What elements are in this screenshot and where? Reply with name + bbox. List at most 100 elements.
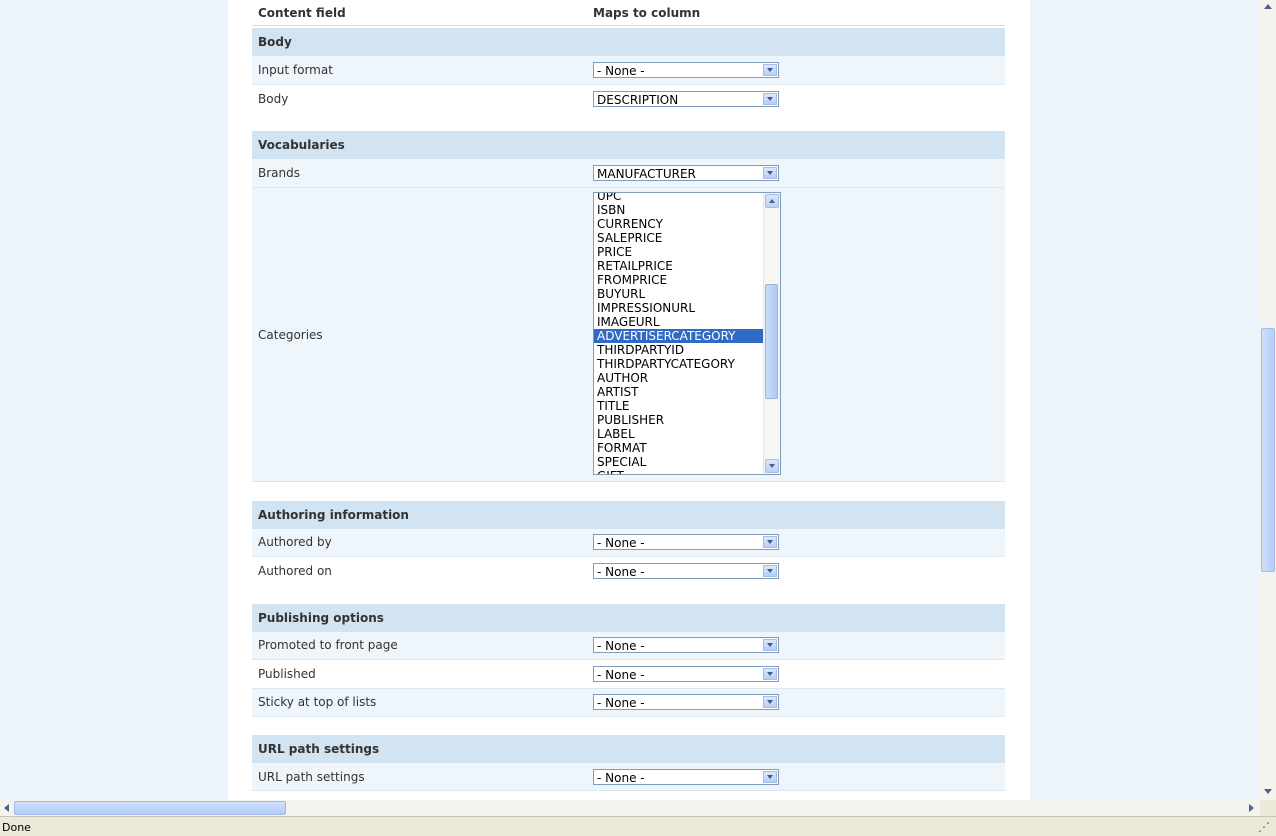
sticky-select[interactable]: - None - [593,694,779,710]
select-value: - None - [597,771,645,785]
scroll-down-icon[interactable] [765,459,779,473]
content-area: Content field Maps to column Body Input … [228,0,1030,800]
row-label: Input format [258,63,333,77]
table-row-brands: Brands MANUFACTURER [252,159,1005,188]
section-title: Publishing options [258,611,384,625]
row-label: Authored on [258,564,332,578]
table-row-body: Body DESCRIPTION [252,85,1005,113]
section-title: Authoring information [258,508,409,522]
row-label: Body [258,92,289,106]
table-header: Content field Maps to column [252,0,1005,26]
listbox-option[interactable]: IMPRESSIONURL [594,301,764,315]
table-row-published: Published - None - [252,660,1005,689]
promoted-select[interactable]: - None - [593,637,779,653]
section-title: Body [258,35,292,49]
scroll-up-icon[interactable] [1261,0,1275,14]
listbox-option[interactable]: AUTHOR [594,371,764,385]
listbox-options: UPC ISBN CURRENCY SALEPRICE PRICE RETAILPRICE… [594,193,764,474]
status-bar: Done ⋰ [0,816,1276,836]
section-header-publishing: Publishing options [252,603,1005,632]
listbox-scroll-thumb[interactable] [765,284,778,399]
section-header-body: Body [252,27,1005,56]
row-label: Promoted to front page [258,638,398,652]
chevron-down-icon[interactable] [763,64,777,76]
horizontal-scroll-thumb[interactable] [14,801,286,815]
chevron-down-icon[interactable] [763,536,777,548]
row-label: Authored by [258,535,332,549]
listbox-option[interactable]: ADVERTISERCATEGORY [594,329,764,343]
scrollbar-corner [1260,800,1276,816]
table-row-categories: Categories UPC ISBN CURRENCY SALEPRICE PRICE… [252,188,1005,482]
row-label: Sticky at top of lists [258,695,377,709]
chevron-down-icon[interactable] [763,696,777,708]
url-path-select[interactable]: - None - [593,769,779,785]
select-value: - None - [597,565,645,579]
section-header-authoring: Authoring information [252,500,1005,529]
listbox-scrollbar[interactable] [763,193,780,474]
row-label: Categories [258,328,323,342]
select-value: - None - [597,696,645,710]
listbox-option[interactable]: PRICE [594,245,764,259]
listbox-option[interactable]: RETAILPRICE [594,259,764,273]
table-row-url-path: URL path settings - None - [252,763,1005,791]
input-format-select[interactable]: - None - [593,62,779,78]
authored-by-select[interactable]: - None - [593,534,779,550]
chevron-down-icon[interactable] [763,668,777,680]
vertical-scroll-thumb[interactable] [1261,328,1275,572]
listbox-option[interactable]: FROMPRICE [594,273,764,287]
scroll-right-icon[interactable] [1244,801,1258,815]
listbox-option[interactable]: SALEPRICE [594,231,764,245]
listbox-option[interactable]: PUBLISHER [594,413,764,427]
listbox-option[interactable]: THIRDPARTYCATEGORY [594,357,764,371]
listbox-option[interactable]: TITLE [594,399,764,413]
select-value: - None - [597,668,645,682]
scroll-left-icon[interactable] [0,801,14,815]
select-value: MANUFACTURER [597,167,696,181]
chevron-down-icon[interactable] [763,771,777,783]
row-label: URL path settings [258,770,365,784]
published-select[interactable]: - None - [593,666,779,682]
chevron-down-icon[interactable] [763,639,777,651]
window-vertical-scrollbar[interactable] [1260,0,1276,800]
listbox-option[interactable]: GIFT [594,469,764,474]
select-value: - None - [597,536,645,550]
chevron-down-icon[interactable] [763,93,777,105]
section-title: URL path settings [258,742,380,756]
table-row-sticky: Sticky at top of lists - None - [252,689,1005,717]
scroll-down-icon[interactable] [1261,785,1275,799]
section-title: Vocabularies [258,138,345,152]
brands-select[interactable]: MANUFACTURER [593,165,779,181]
listbox-option[interactable]: ARTIST [594,385,764,399]
scroll-up-icon[interactable] [765,194,779,208]
select-value: - None - [597,639,645,653]
table-row-promoted: Promoted to front page - None - [252,632,1005,660]
body-select[interactable]: DESCRIPTION [593,91,779,107]
resize-grip-icon[interactable]: ⋰ [1258,820,1272,834]
section-header-url: URL path settings [252,734,1005,763]
select-value: - None - [597,64,645,78]
chevron-down-icon[interactable] [763,167,777,179]
window-horizontal-scrollbar[interactable] [0,800,1260,816]
table-row-input-format: Input format - None - [252,56,1005,85]
listbox-option[interactable]: SPECIAL [594,455,764,469]
chevron-down-icon[interactable] [763,565,777,577]
listbox-option[interactable]: IMAGEURL [594,315,764,329]
listbox-option[interactable]: BUYURL [594,287,764,301]
table-row-authored-by: Authored by - None - [252,529,1005,557]
header-content-field: Content field [258,5,346,20]
section-header-vocabularies: Vocabularies [252,130,1005,159]
table-row-authored-on: Authored on - None - [252,557,1005,585]
row-label: Brands [258,166,300,180]
listbox-option[interactable]: THIRDPARTYID [594,343,764,357]
listbox-option[interactable]: ISBN [594,203,764,217]
select-value: DESCRIPTION [597,93,679,107]
listbox-option[interactable]: LABEL [594,427,764,441]
listbox-option[interactable]: CURRENCY [594,217,764,231]
listbox-option[interactable]: FORMAT [594,441,764,455]
categories-listbox[interactable]: UPC ISBN CURRENCY SALEPRICE PRICE RETAILPRICE… [593,192,781,475]
status-text: Done [2,821,31,834]
authored-on-select[interactable]: - None - [593,563,779,579]
header-maps-to-column: Maps to column [593,5,701,20]
row-label: Published [258,667,316,681]
listbox-option[interactable]: UPC [594,193,764,203]
